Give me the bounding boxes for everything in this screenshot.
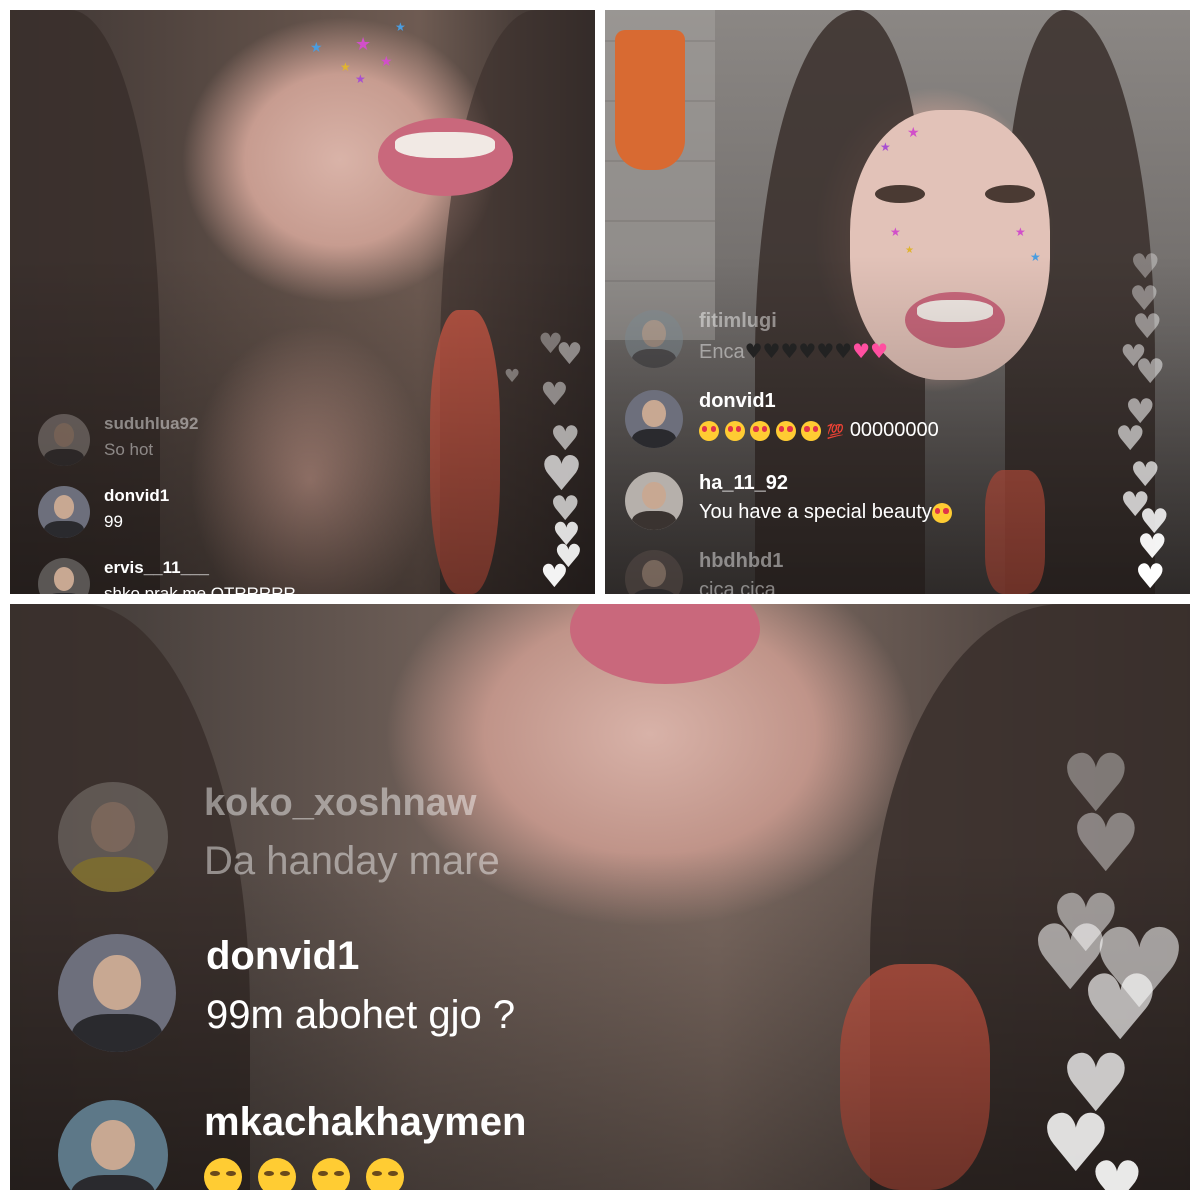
comment-message-text: 00000000 [849,419,939,441]
comment-username[interactable]: donvid1 [104,486,169,506]
comment-username[interactable]: suduhlua92 [104,414,198,434]
comment-row: mkachakhaymen [58,1100,526,1190]
live-stream-panel-top-right: ★ ★ ★ ★ ★ ★ fitimlugi Enca♥♥♥♥♥♥♥♥ donvi… [605,10,1190,594]
comment-row: koko_xoshnaw Da handay mare [58,782,500,892]
comment-row: hbdhbd1 cica cica [625,550,783,594]
comment-message: So hot [104,440,154,459]
heart-eyes-emoji-icon [801,420,822,441]
comment-username[interactable]: koko_xoshnaw [204,782,500,825]
face-sticker-star: ★ [340,60,351,74]
comment-message: 💯 00000000 [699,419,939,442]
floating-heart-icon: ♥ [1090,1149,1144,1190]
user-avatar[interactable] [625,390,683,448]
crying-emoji-icon [258,1158,296,1190]
heart-eyes-emoji-icon [775,420,796,441]
heart-eyes-emoji-icon [699,420,719,441]
comment-message: 99m abohet gjo ? [206,993,516,1037]
black-heart-icon: ♥♥♥♥♥♥ [744,339,853,363]
floating-heart-icon: ♥ [540,557,569,594]
user-avatar[interactable] [58,934,176,1052]
kiss-emoji-icon [931,502,952,523]
user-avatar[interactable] [625,310,683,368]
comment-message: Enca♥♥♥♥♥♥♥♥ [699,339,888,364]
live-stream-panel-bottom: koko_xoshnaw Da handay mare donvid1 99m … [10,604,1190,1190]
face-sticker-star: ★ [355,34,372,55]
comment-row: fitimlugi Enca♥♥♥♥♥♥♥♥ [625,310,888,368]
teeth [395,132,495,158]
comment-row: donvid1 💯 00000000 [625,390,939,448]
user-avatar[interactable] [58,1100,168,1190]
crying-emoji-icon [366,1158,404,1190]
user-avatar[interactable] [58,782,168,892]
user-avatar[interactable] [625,472,683,530]
floating-heart-icon: ♥ [1135,557,1166,594]
live-stream-panel-top-left: ★ ★ ★ ★ ★ ★ suduhlua92 So hot donvid1 99… [10,10,595,594]
face-sticker-star: ★ [395,20,406,34]
face-sticker-star: ★ [890,225,901,239]
comment-row: suduhlua92 So hot [38,414,198,466]
comment-username[interactable]: donvid1 [699,390,939,413]
hundred-points-icon: 💯 [826,424,845,440]
heart-eyes-emoji-icon [750,420,771,441]
face-sticker-star: ★ [880,140,891,154]
comment-username[interactable]: mkachakhaymen [204,1100,526,1145]
comment-message: shko prak me OTRRRRR [104,584,296,594]
comment-username[interactable]: hbdhbd1 [699,550,783,573]
comment-message-text: Enca [699,341,745,363]
floating-heart-icon: ♥ [540,375,569,413]
comment-username[interactable]: donvid1 [206,934,515,979]
comment-row: ervis__11___ shko prak me OTRRRRR [38,558,296,594]
floating-heart-icon: ♥ [504,366,521,387]
face-sticker-star: ★ [907,125,920,141]
comment-row: donvid1 99m abohet gjo ? [58,934,515,1052]
face-sticker-star: ★ [355,72,366,86]
heart-eyes-emoji-icon [724,420,745,441]
crying-emoji-icon [312,1158,350,1190]
floating-heart-icon: ♥ [1115,419,1146,459]
floating-heart-icon: ♥ [1135,352,1166,392]
user-avatar[interactable] [38,486,90,538]
comment-message: You have a special beauty [699,501,952,524]
comment-message: cica cica [699,579,776,594]
user-avatar[interactable] [38,414,90,466]
crying-emoji-icon [204,1158,242,1190]
user-avatar[interactable] [38,558,90,594]
comment-row: donvid1 99 [38,486,169,538]
comment-message: Da handay mare [204,839,500,883]
eye-right [985,185,1035,203]
oven-mitt [615,30,685,170]
comment-username[interactable]: ervis__11___ [104,558,296,578]
face-sticker-star: ★ [380,54,393,70]
face-sticker-star: ★ [1015,225,1026,239]
comment-message [204,1153,526,1190]
face-sticker-star: ★ [310,40,323,56]
user-avatar[interactable] [625,550,683,594]
pink-heart-icon: ♥♥ [852,339,889,363]
eye-left [875,185,925,203]
comment-row: ha_11_92 You have a special beauty [625,472,952,530]
floating-heart-icon: ♥ [1070,797,1142,890]
comment-username[interactable]: fitimlugi [699,310,888,333]
comment-username[interactable]: ha_11_92 [699,472,952,495]
floating-heart-icon: ♥ [556,337,583,372]
comment-message: 99 [104,512,123,531]
comment-message-text: You have a special beauty [699,501,932,523]
